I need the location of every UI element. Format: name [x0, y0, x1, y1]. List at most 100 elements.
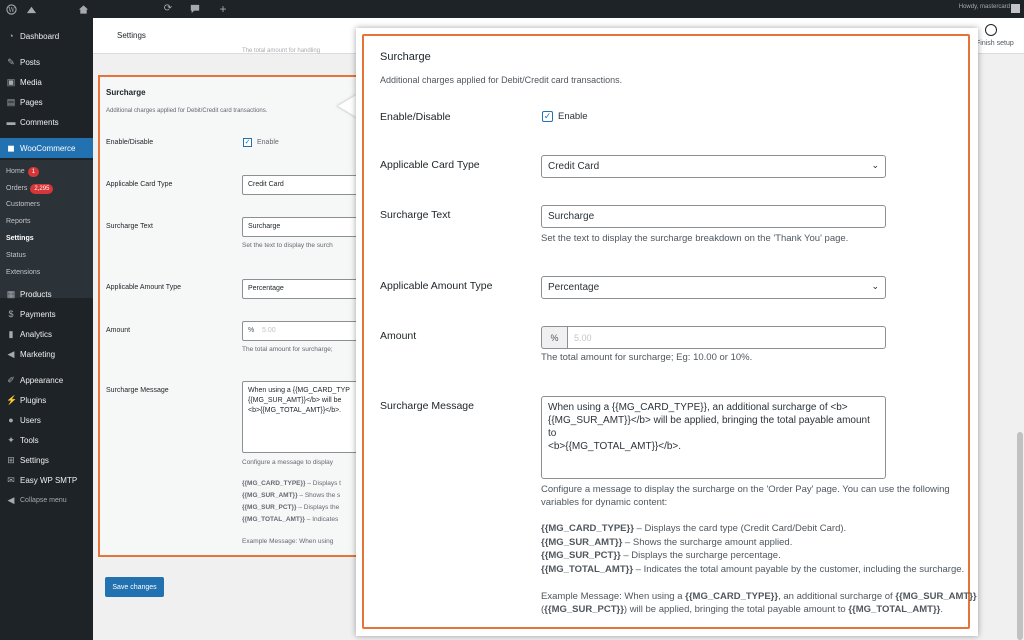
callout-enable-checkbox[interactable]: ✓ — [542, 111, 553, 122]
callout-surcharge-text-label: Surcharge Text — [380, 209, 451, 221]
site-icon[interactable] — [25, 3, 37, 15]
zoomed-callout: Surcharge Additional charges applied for… — [356, 28, 978, 636]
woo-icon: ◼ — [7, 143, 15, 153]
callout-message-help-2: variables for dynamic content: — [541, 497, 668, 508]
callout-card-type-label: Applicable Card Type — [380, 159, 480, 171]
sidebar-item-appearance[interactable]: ✐ Appearance — [0, 370, 93, 390]
woocommerce-submenu: Home 1 Orders 2,295 Customers Reports Sett… — [0, 160, 93, 298]
amount-type-label: Applicable Amount Type — [106, 284, 181, 291]
tools-icon: ✦ — [7, 435, 15, 445]
message-textarea[interactable]: When using a {{MG_CARD_TYP {{MG_SUR_AMT}… — [242, 381, 360, 453]
sidebar-collapse-menu[interactable]: ◀ Collapse menu — [0, 490, 93, 510]
callout-message-label: Surcharge Message — [380, 400, 474, 412]
sidebar-item-dashboard[interactable]: ◔ Dashboard — [0, 26, 93, 46]
callout-pointer — [338, 94, 358, 118]
callout-example-line-2: ({{MG_SUR_PCT}}) will be applied, bringi… — [541, 604, 944, 615]
chevron-down-icon: ⌄ — [871, 281, 879, 291]
sidebar-item-settings[interactable]: ⊞ Settings — [0, 450, 93, 470]
comments-icon: ▬ — [6, 117, 16, 127]
collapse-icon: ◀ — [7, 495, 15, 505]
callout-surcharge-text-input[interactable]: Surcharge — [541, 205, 886, 228]
callout-amount-help: The total amount for surcharge; Eg: 10.0… — [541, 352, 753, 363]
admin-sidebar: ◔ Dashboard ✎ Posts ▣ Media ▤ Pages ▬ Comment… — [0, 18, 93, 640]
section-title: Surcharge — [106, 88, 146, 97]
sidebar-item-users[interactable]: ● Users — [0, 410, 93, 430]
var-line-4: {{MG_TOTAL_AMT}} – Indicates — [242, 516, 339, 523]
amount-help: The total amount for surcharge; — [242, 346, 333, 353]
sidebar-item-tools[interactable]: ✦ Tools — [0, 430, 93, 450]
example-message: Example Message: When using — [242, 538, 334, 545]
amount-type-select[interactable]: Percentage — [242, 279, 360, 299]
mail-icon: ✉ — [7, 475, 15, 485]
enable-text: Enable — [257, 139, 279, 146]
callout-var-line-2: {{MG_SUR_AMT}} – Shows the surcharge amo… — [541, 537, 793, 548]
plus-icon[interactable]: + — [217, 3, 229, 15]
page-title: Settings — [117, 31, 146, 40]
pages-icon: ▤ — [6, 97, 16, 107]
users-icon: ● — [8, 415, 14, 425]
sidebar-item-payments[interactable]: $ Payments — [0, 304, 93, 324]
callout-section-title: Surcharge — [380, 51, 431, 63]
finish-setup-label: Finish setup — [976, 40, 1014, 47]
home-icon[interactable] — [77, 3, 89, 15]
amount-placeholder: 5.00 — [262, 327, 276, 334]
submenu-home[interactable]: Home 1 — [6, 167, 40, 177]
sidebar-item-marketing[interactable]: ◀ Marketing — [0, 344, 93, 364]
brush-icon: ✐ — [7, 375, 15, 385]
products-icon: ▦ — [6, 289, 16, 299]
wordpress-logo-icon[interactable]: W — [5, 3, 17, 15]
settings-icon: ⊞ — [7, 455, 15, 465]
callout-message-textarea[interactable]: When using a {{MG_CARD_TYPE}}, an additi… — [541, 396, 886, 479]
surcharge-text-input[interactable]: Surcharge — [242, 217, 360, 237]
admin-bar: W ⟳ + Howdy, mastercard — [0, 0, 1024, 18]
sidebar-item-pages[interactable]: ▤ Pages — [0, 92, 93, 112]
submenu-customers[interactable]: Customers — [6, 201, 40, 208]
sidebar-item-products[interactable]: ▦ Products — [0, 284, 93, 304]
callout-message-help-1: Configure a message to display the surch… — [541, 484, 950, 495]
sidebar-item-analytics[interactable]: ▮ Analytics — [0, 324, 93, 344]
comments-bubble-icon[interactable] — [189, 3, 201, 15]
updates-icon[interactable]: ⟳ — [162, 3, 174, 15]
marketing-icon: ◀ — [7, 349, 15, 359]
submenu-settings[interactable]: Settings — [6, 235, 34, 242]
dashboard-icon: ◔ — [8, 31, 14, 41]
amount-input[interactable]: % 5.00 — [242, 321, 360, 341]
callout-amount-input[interactable]: 5.00 — [567, 326, 886, 349]
page-scrollbar[interactable] — [1016, 54, 1024, 640]
callout-amount-type-select[interactable]: Percentage ⌄ — [541, 276, 886, 299]
chevron-down-icon: ⌄ — [871, 160, 879, 170]
svg-text:W: W — [8, 5, 15, 13]
submenu-status[interactable]: Status — [6, 252, 26, 259]
enable-checkbox[interactable]: ✓ — [243, 138, 252, 147]
scrollbar-thumb[interactable] — [1017, 432, 1023, 640]
callout-amount-type-label: Applicable Amount Type — [380, 280, 493, 292]
payments-icon: $ — [8, 309, 14, 319]
sidebar-item-plugins[interactable]: ⚡ Plugins — [0, 390, 93, 410]
avatar[interactable] — [1011, 4, 1020, 13]
sidebar-item-media[interactable]: ▣ Media — [0, 72, 93, 92]
submenu-orders[interactable]: Orders 2,295 — [6, 184, 54, 194]
callout-amount-prefix: % — [541, 326, 567, 349]
sidebar-item-easy-wp-smtp[interactable]: ✉ Easy WP SMTP — [0, 470, 93, 490]
message-label: Surcharge Message — [106, 387, 169, 394]
submenu-extensions[interactable]: Extensions — [6, 269, 40, 276]
card-type-select[interactable]: Credit Card — [242, 175, 360, 195]
pin-icon: ✎ — [7, 57, 15, 67]
card-type-label: Applicable Card Type — [106, 181, 173, 188]
howdy-text[interactable]: Howdy, mastercard — [959, 4, 1010, 10]
sidebar-item-woocommerce[interactable]: ◼ WooCommerce — [0, 138, 93, 158]
surcharge-text-label: Surcharge Text — [106, 223, 153, 230]
callout-example-line-1: Example Message: When using a {{MG_CARD_… — [541, 591, 977, 602]
home-badge: 1 — [27, 167, 40, 177]
sidebar-item-posts[interactable]: ✎ Posts — [0, 52, 93, 72]
faded-help-text: The total amount for handling — [242, 48, 321, 54]
var-line-1: {{MG_CARD_TYPE}} – Displays t — [242, 480, 341, 487]
sidebar-item-comments[interactable]: ▬ Comments — [0, 112, 93, 132]
finish-setup-button[interactable]: Finish setup — [975, 22, 1024, 52]
save-changes-button[interactable]: Save changes — [105, 577, 164, 597]
message-help: Configure a message to display — [242, 459, 334, 466]
var-line-3: {{MG_SUR_PCT}} – Displays the — [242, 504, 340, 511]
amount-label: Amount — [106, 327, 131, 334]
callout-card-type-select[interactable]: Credit Card ⌄ — [541, 155, 886, 178]
submenu-reports[interactable]: Reports — [6, 218, 31, 225]
